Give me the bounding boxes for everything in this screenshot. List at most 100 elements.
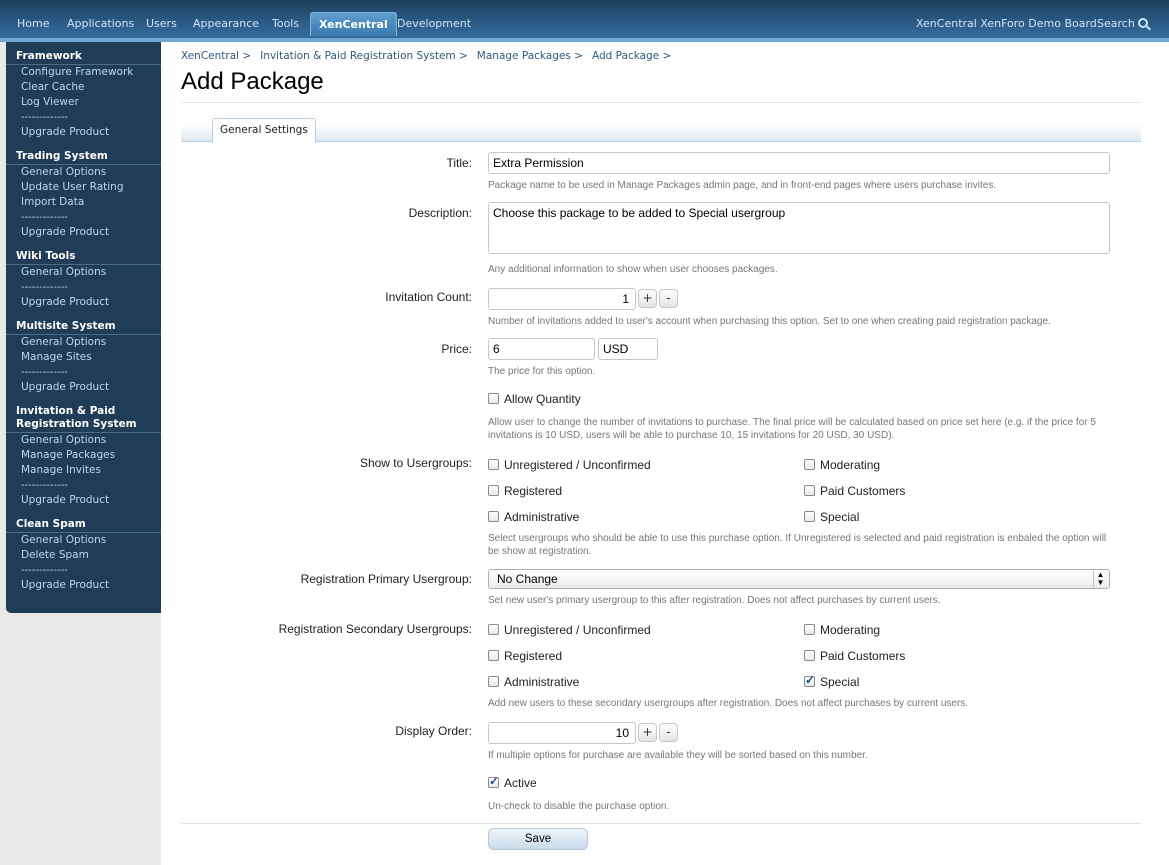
- divider: [181, 823, 1141, 824]
- divider: [181, 102, 1141, 103]
- sidebar-item-configure-framework[interactable]: Configure Framework: [6, 65, 161, 80]
- sidebar-item-general-options[interactable]: General Options: [6, 335, 161, 350]
- checkbox-box: [488, 485, 499, 496]
- show-group-paid-customers-checkbox[interactable]: Paid Customers: [804, 484, 905, 498]
- save-button[interactable]: Save: [488, 828, 588, 850]
- search-link[interactable]: Search: [1097, 12, 1148, 36]
- top-navigation-bar: Home Applications Users Appearance Tools…: [0, 0, 1169, 40]
- checkbox-box: [488, 459, 499, 470]
- show-usergroups-hint: Select usergroups who should be able to …: [488, 533, 1107, 557]
- checkbox-box: [804, 624, 815, 635]
- sidebar-item-upgrade-product[interactable]: Upgrade Product: [6, 578, 161, 593]
- invitation-count-increment-button[interactable]: +: [638, 289, 657, 308]
- sidebar-item-delete-spam[interactable]: Delete Spam: [6, 548, 161, 563]
- primary-usergroup-value: No Change: [497, 572, 558, 586]
- form-tab-strip: General Settings: [181, 118, 1141, 143]
- description-textarea[interactable]: Choose this package to be added to Speci…: [488, 202, 1110, 254]
- sidebar-item-upgrade-product[interactable]: Upgrade Product: [6, 225, 161, 240]
- sidebar-item-manage-sites[interactable]: Manage Sites: [6, 350, 161, 365]
- sidebar-item-clear-cache[interactable]: Clear Cache: [6, 80, 161, 95]
- select-updown-icon: ▲ ▼: [1093, 571, 1107, 587]
- primary-usergroup-label: Registration Primary Usergroup:: [300, 572, 472, 586]
- breadcrumb: XenCentral > Invitation & Paid Registrati…: [181, 50, 680, 62]
- board-name-link[interactable]: XenCentral XenForo Demo Board: [916, 12, 1097, 36]
- secondary-usergroups-label: Registration Secondary Usergroups:: [278, 622, 472, 636]
- show-group-unregistered-checkbox[interactable]: Unregistered / Unconfirmed: [488, 458, 651, 472]
- breadcrumb-add-package[interactable]: Add Package >: [592, 50, 671, 62]
- sidebar-group-title-line: Invitation & Paid: [16, 405, 116, 417]
- sidebar-item-manage-invites[interactable]: Manage Invites: [6, 463, 161, 478]
- primary-usergroup-select[interactable]: No Change ▲ ▼: [488, 569, 1110, 589]
- allow-quantity-hint: Allow user to change the number of invit…: [488, 417, 1096, 441]
- sidebar-item-general-options[interactable]: General Options: [6, 433, 161, 448]
- title-input[interactable]: Extra Permission: [488, 152, 1110, 174]
- checkbox-box: [804, 650, 815, 661]
- active-hint: Un-check to disable the purchase option.: [488, 801, 670, 812]
- description-label: Description:: [408, 206, 472, 220]
- checkbox-label: Unregistered / Unconfirmed: [504, 458, 651, 472]
- sidebar-group-title: Invitation & Paid Registration System: [6, 403, 161, 433]
- sidebar-item-general-options[interactable]: General Options: [6, 533, 161, 548]
- show-group-special-checkbox[interactable]: Special: [804, 510, 859, 524]
- breadcrumb-manage-packages[interactable]: Manage Packages >: [477, 50, 583, 62]
- tab-users[interactable]: Users: [138, 12, 185, 36]
- tab-appearance[interactable]: Appearance: [185, 12, 267, 36]
- title-label: Title:: [446, 156, 472, 170]
- invitation-count-hint: Number of invitations added to user's ac…: [488, 316, 1051, 327]
- breadcrumb-xencentral[interactable]: XenCentral >: [181, 50, 251, 62]
- tab-applications[interactable]: Applications: [59, 12, 142, 36]
- secondary-group-unregistered-checkbox[interactable]: Unregistered / Unconfirmed: [488, 623, 651, 637]
- checkbox-box: [488, 511, 499, 522]
- tab-development[interactable]: Development: [389, 12, 479, 36]
- sidebar-group-trading-system: Trading System General Options Update Us…: [6, 148, 161, 240]
- breadcrumb-invitation-system[interactable]: Invitation & Paid Registration System >: [260, 50, 468, 62]
- display-order-increment-button[interactable]: +: [638, 723, 657, 742]
- sidebar-separator: -------------: [21, 480, 68, 491]
- active-checkbox[interactable]: Active: [488, 774, 537, 790]
- display-order-input[interactable]: 10: [488, 722, 636, 744]
- allow-quantity-checkbox[interactable]: Allow Quantity: [488, 392, 581, 406]
- sidebar-item-general-options[interactable]: General Options: [6, 165, 161, 180]
- sidebar-item-manage-packages[interactable]: Manage Packages: [6, 448, 161, 463]
- secondary-group-special-checkbox[interactable]: Special: [804, 673, 859, 689]
- display-order-hint: If multiple options for purchase are ava…: [488, 750, 868, 761]
- show-group-registered-checkbox[interactable]: Registered: [488, 484, 562, 498]
- sidebar-item-upgrade-product[interactable]: Upgrade Product: [6, 295, 161, 310]
- sidebar-separator: -------------: [21, 112, 68, 123]
- secondary-group-administrative-checkbox[interactable]: Administrative: [488, 675, 579, 689]
- currency-input[interactable]: USD: [598, 338, 658, 360]
- show-group-moderating-checkbox[interactable]: Moderating: [804, 458, 880, 472]
- sidebar-item-general-options[interactable]: General Options: [6, 265, 161, 280]
- checkbox-box: [804, 511, 815, 522]
- tab-general-settings[interactable]: General Settings: [212, 118, 316, 143]
- invitation-count-decrement-button[interactable]: -: [659, 289, 678, 308]
- description-hint: Any additional information to show when …: [488, 264, 778, 275]
- checkbox-label: Unregistered / Unconfirmed: [504, 623, 651, 637]
- display-order-decrement-button[interactable]: -: [659, 723, 678, 742]
- secondary-group-moderating-checkbox[interactable]: Moderating: [804, 623, 880, 637]
- sidebar-item-upgrade-product[interactable]: Upgrade Product: [6, 380, 161, 395]
- sidebar-group-title: Clean Spam: [6, 516, 161, 533]
- price-input[interactable]: 6: [488, 338, 595, 360]
- show-group-administrative-checkbox[interactable]: Administrative: [488, 510, 579, 524]
- checkbox-box: [488, 650, 499, 661]
- tab-xencentral[interactable]: XenCentral: [310, 12, 397, 36]
- sidebar-item-update-user-rating[interactable]: Update User Rating: [6, 180, 161, 195]
- tab-home[interactable]: Home: [9, 12, 57, 36]
- checkbox-box: [488, 676, 499, 687]
- invitation-count-input[interactable]: 1: [488, 288, 636, 310]
- secondary-group-registered-checkbox[interactable]: Registered: [488, 649, 562, 663]
- sidebar-separator: -------------: [21, 282, 68, 293]
- sidebar-item-import-data[interactable]: Import Data: [6, 195, 161, 210]
- sidebar-group-multisite-system: Multisite System General Options Manage …: [6, 318, 161, 395]
- sidebar-group-title: Wiki Tools: [6, 248, 161, 265]
- sidebar-item-log-viewer[interactable]: Log Viewer: [6, 95, 161, 110]
- checkbox-label: Moderating: [820, 458, 881, 472]
- sidebar-item-upgrade-product[interactable]: Upgrade Product: [6, 125, 161, 140]
- secondary-group-paid-customers-checkbox[interactable]: Paid Customers: [804, 649, 905, 663]
- checkbox-label: Registered: [504, 649, 563, 663]
- checkbox-checked-icon: [804, 673, 815, 687]
- tab-tools[interactable]: Tools: [264, 12, 307, 36]
- checkbox-label: Administrative: [504, 510, 580, 524]
- sidebar-item-upgrade-product[interactable]: Upgrade Product: [6, 493, 161, 508]
